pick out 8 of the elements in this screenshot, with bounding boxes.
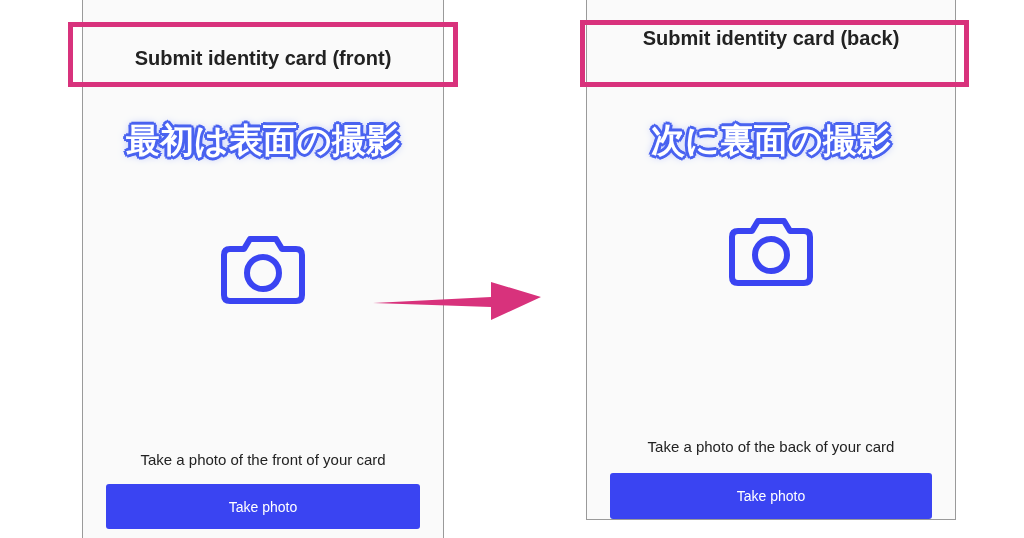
instruction-text: Take a photo of the front of your card — [140, 450, 386, 470]
screen-title: Submit identity card (front) — [134, 46, 392, 70]
camera-icon — [220, 235, 306, 305]
take-photo-button[interactable]: Take photo — [610, 473, 932, 519]
take-photo-button[interactable]: Take photo — [106, 484, 420, 529]
screen-title: Submit identity card (back) — [642, 26, 900, 50]
camera-icon — [728, 217, 814, 287]
instruction-text: Take a photo of the back of your card — [647, 437, 895, 457]
